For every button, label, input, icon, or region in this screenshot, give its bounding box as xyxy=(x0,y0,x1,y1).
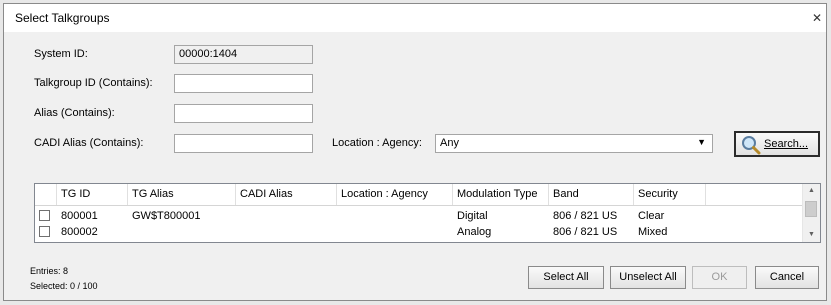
cell-security: Mixed xyxy=(638,226,668,238)
cell-modulation-type: Digital xyxy=(457,210,488,222)
cell-band: 806 / 821 US xyxy=(553,210,618,222)
location-agency-label: Location : Agency: xyxy=(332,137,422,149)
cell-tg-alias xyxy=(128,224,132,240)
entries-count: Entries: 8 xyxy=(30,266,69,276)
select-all-button[interactable]: Select All xyxy=(528,266,604,289)
talkgroup-grid: TG ID TG Alias CADI Alias Location : Age… xyxy=(34,183,821,243)
column-header-modulation-type[interactable]: Modulation Type xyxy=(453,184,549,205)
magnifier-icon xyxy=(742,136,761,155)
search-button[interactable]: Search... xyxy=(734,131,820,157)
ok-button[interactable]: OK xyxy=(692,266,747,289)
cell-cadi-alias xyxy=(236,224,240,240)
select-all-label: Select All xyxy=(543,271,589,283)
cell-security: Clear xyxy=(638,210,665,222)
selected-count: Selected: 0 / 100 xyxy=(30,281,98,291)
column-header-cadi-alias[interactable]: CADI Alias xyxy=(236,184,337,205)
cell-band: 806 / 821 US xyxy=(553,226,618,238)
cell-tg-id: 800001 xyxy=(61,210,98,222)
alias-input[interactable] xyxy=(174,104,313,123)
cell-tg-id: 800002 xyxy=(61,226,98,238)
table-row[interactable]: 800002 Analog 806 / 821 US Mixed xyxy=(35,224,805,240)
cancel-label: Cancel xyxy=(769,271,805,283)
dropdown-arrow-icon: ▼ xyxy=(697,137,706,147)
window-title: Select Talkgroups xyxy=(15,11,110,25)
unselect-all-label: Unselect All xyxy=(619,271,677,283)
scroll-up-icon[interactable]: ▲ xyxy=(803,184,820,198)
talkgroup-id-input[interactable] xyxy=(174,74,313,93)
scroll-down-icon[interactable]: ▼ xyxy=(803,228,820,242)
table-row[interactable]: 800001 GW$T800001 Digital 806 / 821 US C… xyxy=(35,208,805,224)
column-header-band[interactable]: Band xyxy=(549,184,634,205)
talkgroup-id-label: Talkgroup ID (Contains): xyxy=(34,77,153,89)
grid-header: TG ID TG Alias CADI Alias Location : Age… xyxy=(35,184,805,206)
close-icon: ✕ xyxy=(811,11,822,25)
scroll-thumb[interactable] xyxy=(805,201,817,217)
cell-location-agency xyxy=(337,208,341,224)
column-header-location-agency[interactable]: Location : Agency xyxy=(337,184,453,205)
column-header-security[interactable]: Security xyxy=(634,184,706,205)
row-checkbox[interactable] xyxy=(39,210,50,221)
cadi-alias-input[interactable] xyxy=(174,134,313,153)
close-button[interactable]: ✕ xyxy=(806,4,826,32)
header-checkbox-column xyxy=(35,184,57,205)
unselect-all-button[interactable]: Unselect All xyxy=(610,266,686,289)
column-header-tg-alias[interactable]: TG Alias xyxy=(128,184,236,205)
cell-cadi-alias xyxy=(236,208,240,224)
system-id-field: 00000:1404 xyxy=(174,45,313,64)
row-checkbox[interactable] xyxy=(39,226,50,237)
select-talkgroups-dialog: Select Talkgroups ✕ System ID: 00000:140… xyxy=(3,3,827,301)
cell-tg-alias: GW$T800001 xyxy=(132,210,201,222)
ok-label: OK xyxy=(711,271,728,283)
cadi-alias-label: CADI Alias (Contains): xyxy=(34,137,144,149)
location-agency-value: Any xyxy=(440,137,459,149)
column-header-tg-id[interactable]: TG ID xyxy=(57,184,128,205)
vertical-scrollbar[interactable]: ▲ ▼ xyxy=(802,184,820,242)
search-button-label: Search... xyxy=(764,138,809,150)
alias-label: Alias (Contains): xyxy=(34,107,115,119)
cancel-button[interactable]: Cancel xyxy=(755,266,819,289)
cell-modulation-type: Analog xyxy=(457,226,492,238)
system-id-label: System ID: xyxy=(34,48,88,60)
title-bar: Select Talkgroups ✕ xyxy=(4,4,826,32)
cell-location-agency xyxy=(337,224,341,240)
location-agency-select[interactable]: Any ▼ xyxy=(435,134,713,153)
